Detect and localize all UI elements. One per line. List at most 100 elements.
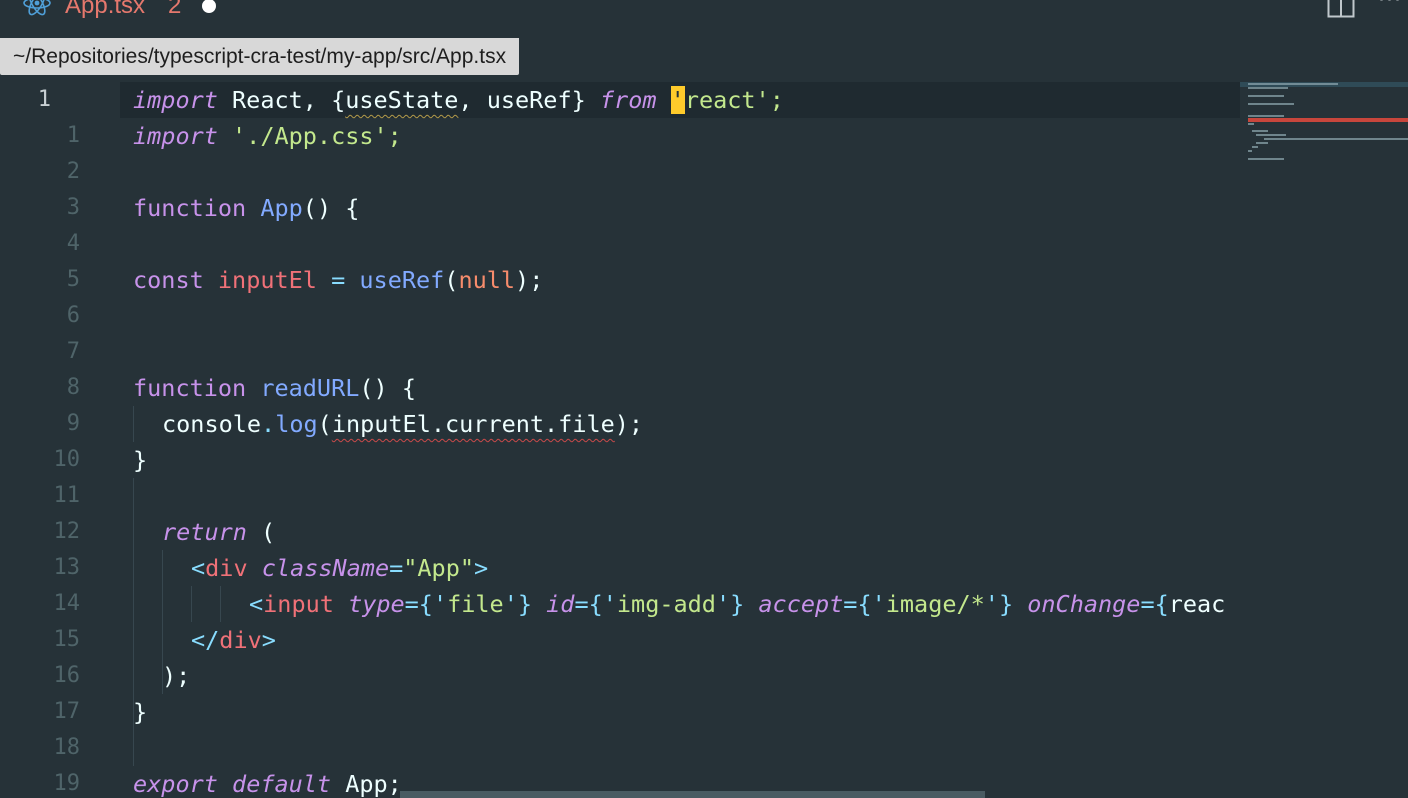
code-line[interactable]: </div> bbox=[191, 622, 276, 658]
code-token: } bbox=[133, 698, 148, 726]
code-line[interactable]: function App() { bbox=[133, 190, 359, 226]
indent-guide bbox=[191, 586, 192, 622]
code-token: </ bbox=[191, 626, 220, 654]
code-token: ={ bbox=[1140, 590, 1169, 618]
split-editor-icon[interactable] bbox=[1327, 0, 1355, 18]
code-token: id bbox=[546, 590, 575, 618]
code-token: () { bbox=[359, 374, 416, 402]
code-token: () { bbox=[302, 194, 360, 222]
code-token: div bbox=[205, 554, 248, 582]
line-number: 2 bbox=[66, 159, 80, 184]
code-token: useRef bbox=[359, 266, 445, 294]
code-token: App bbox=[260, 194, 303, 222]
minimap-line bbox=[1248, 115, 1284, 117]
code-token: accept bbox=[758, 590, 844, 618]
code-token: App; bbox=[331, 770, 402, 798]
code-token: , useRef} bbox=[458, 86, 600, 114]
minimap-line bbox=[1248, 158, 1284, 160]
type-error-squiggle: inputEl.current.file bbox=[331, 410, 615, 438]
code-token: ={' bbox=[574, 590, 617, 618]
code-token: return bbox=[162, 518, 247, 546]
file-path-tooltip: ~/Repositories/typescript-cra-test/my-ap… bbox=[0, 38, 520, 75]
code-token: = bbox=[389, 554, 404, 582]
horizontal-scrollbar[interactable] bbox=[400, 791, 985, 798]
minimap-line bbox=[1248, 87, 1288, 89]
code-line[interactable]: } bbox=[133, 694, 147, 730]
text-cursor: ' bbox=[670, 86, 685, 114]
line-number: 15 bbox=[53, 627, 81, 652]
code-token: function bbox=[133, 374, 247, 402]
line-number: 4 bbox=[66, 231, 80, 256]
code-token: ); bbox=[515, 266, 544, 294]
code-token: from bbox=[599, 86, 657, 114]
code-line[interactable]: import React, {useState, useRef} from 'r… bbox=[133, 82, 784, 118]
code-token: img-add bbox=[616, 590, 716, 618]
code-token: function bbox=[133, 194, 247, 222]
line-number: 7 bbox=[66, 339, 80, 364]
code-token: ={' bbox=[404, 590, 448, 618]
code-line[interactable]: } bbox=[133, 442, 147, 478]
code-token: ( bbox=[246, 518, 276, 546]
code-token: './App.css'; bbox=[217, 122, 402, 150]
line-number: 3 bbox=[66, 195, 80, 220]
code-token: = bbox=[316, 266, 360, 294]
code-token: div bbox=[219, 626, 262, 654]
tab-problem-count: 2 bbox=[168, 0, 182, 19]
code-token: image/* bbox=[885, 590, 985, 618]
code-token: import bbox=[133, 86, 218, 114]
code-token: export bbox=[133, 770, 218, 798]
code-line[interactable]: <input type={'file'} id={'img-add'} acce… bbox=[249, 586, 1225, 622]
code-token: react'; bbox=[684, 86, 784, 114]
minimap-line bbox=[1252, 146, 1258, 148]
code-token: console bbox=[162, 410, 262, 438]
line-number: 13 bbox=[53, 555, 81, 580]
line-number: 8 bbox=[66, 375, 80, 400]
code-token: < bbox=[191, 554, 206, 582]
line-number: 16 bbox=[53, 663, 81, 688]
unused-import-warning: useState bbox=[345, 86, 459, 114]
minimap-line bbox=[1248, 150, 1252, 152]
line-number: 14 bbox=[53, 591, 81, 616]
code-line[interactable]: export default App; bbox=[133, 766, 402, 798]
tab-title: App.tsx bbox=[65, 0, 146, 19]
minimap-error-marker bbox=[1248, 118, 1408, 122]
code-line[interactable]: import './App.css'; bbox=[133, 118, 402, 154]
line-number: 6 bbox=[66, 303, 80, 328]
code-token: className bbox=[261, 554, 390, 582]
line-number: 12 bbox=[53, 519, 81, 544]
code-line[interactable]: <div className="App"> bbox=[191, 550, 488, 586]
code-line[interactable]: function readURL() { bbox=[133, 370, 416, 406]
line-number: 11 bbox=[53, 483, 81, 508]
code-token: readURL bbox=[260, 374, 360, 402]
minimap[interactable] bbox=[1240, 82, 1408, 202]
minimap-line bbox=[1248, 103, 1294, 105]
code-token: React, { bbox=[217, 86, 346, 114]
code-token: const bbox=[133, 266, 204, 294]
code-line[interactable]: console.log(inputEl.current.file); bbox=[162, 406, 643, 442]
minimap-line bbox=[1248, 123, 1254, 125]
tab-bar: App.tsx 2 ··· bbox=[0, 0, 1408, 40]
code-token: < bbox=[249, 590, 264, 618]
code-token: input bbox=[263, 590, 334, 618]
minimap-line bbox=[1264, 138, 1408, 140]
line-number: 19 bbox=[53, 771, 81, 796]
more-actions-icon[interactable]: ··· bbox=[1378, 0, 1402, 13]
code-token: ( bbox=[444, 266, 459, 294]
code-token: default bbox=[232, 770, 332, 798]
code-line[interactable]: return ( bbox=[162, 514, 275, 550]
line-number: 5 bbox=[66, 267, 80, 292]
minimap-line bbox=[1248, 95, 1284, 97]
code-token: '} bbox=[984, 590, 1028, 618]
code-editor[interactable]: import React, {useState, useRef} from 'r… bbox=[133, 82, 1240, 798]
code-token: ={' bbox=[843, 590, 886, 618]
code-line[interactable]: const inputEl = useRef(null); bbox=[133, 262, 543, 298]
editor-tab-app-tsx[interactable]: App.tsx 2 bbox=[0, 0, 265, 40]
code-token: null bbox=[458, 266, 516, 294]
unsaved-changes-dot-icon[interactable] bbox=[202, 0, 216, 13]
code-line[interactable]: ); bbox=[162, 658, 190, 694]
code-token: '} bbox=[715, 590, 759, 618]
code-token: reac bbox=[1168, 590, 1226, 618]
